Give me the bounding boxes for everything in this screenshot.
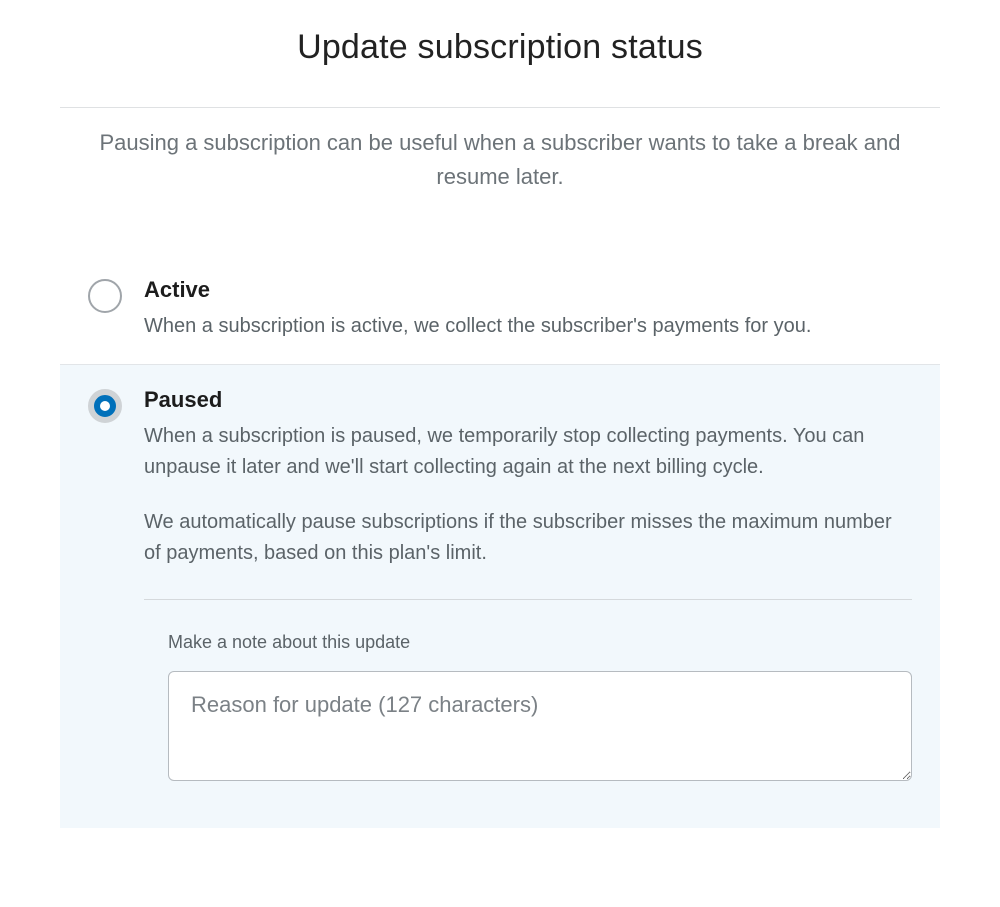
status-options: Active When a subscription is active, we… [60, 254, 940, 828]
option-active-body: Active When a subscription is active, we… [144, 277, 912, 342]
option-paused-description: When a subscription is paused, we tempor… [144, 421, 912, 569]
option-active-title: Active [144, 277, 912, 303]
option-paused-body: Paused When a subscription is paused, we… [144, 387, 912, 806]
dialog-title: Update subscription status [60, 0, 940, 107]
note-textarea[interactable] [168, 671, 912, 781]
option-active-description-text: When a subscription is active, we collec… [144, 311, 912, 342]
option-paused-description-p2: We automatically pause subscriptions if … [144, 507, 912, 569]
option-paused-title: Paused [144, 387, 912, 413]
note-label: Make a note about this update [168, 632, 912, 653]
option-active-description: When a subscription is active, we collec… [144, 311, 912, 342]
option-paused-description-p1: When a subscription is paused, we tempor… [144, 421, 912, 483]
dialog-intro: Pausing a subscription can be useful whe… [60, 108, 940, 194]
radio-icon[interactable] [88, 279, 122, 313]
note-block: Make a note about this update [144, 600, 912, 806]
option-active[interactable]: Active When a subscription is active, we… [60, 254, 940, 364]
radio-icon[interactable] [88, 389, 122, 423]
update-subscription-dialog: Update subscription status Pausing a sub… [0, 0, 1000, 868]
option-paused[interactable]: Paused When a subscription is paused, we… [60, 364, 940, 828]
